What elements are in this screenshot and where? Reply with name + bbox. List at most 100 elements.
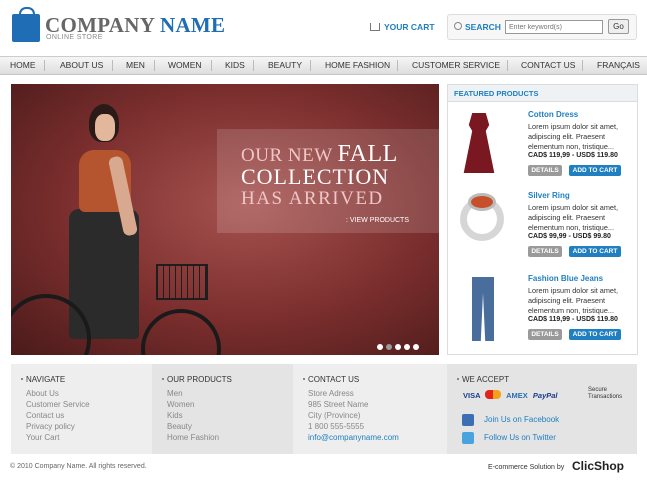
- paypal-logo: PayPal: [532, 391, 558, 400]
- bicycle-basket: [156, 264, 208, 300]
- bullet: [303, 378, 305, 380]
- copyright: © 2010 Company Name. All rights reserved…: [10, 463, 147, 470]
- footer-products: OUR PRODUCTS Men Women Kids Beauty Home …: [152, 364, 293, 454]
- twitter-icon[interactable]: [462, 432, 474, 444]
- details-button[interactable]: DETAILS: [528, 165, 562, 176]
- slider-dots: [377, 337, 422, 355]
- product-name[interactable]: Fashion Blue Jeans: [528, 274, 603, 283]
- ring-stone: [468, 193, 496, 211]
- footer-heading: CONTACT US: [308, 375, 360, 384]
- ecommerce-credit: E-commerce Solution by: [488, 464, 565, 471]
- details-button[interactable]: DETAILS: [528, 329, 562, 340]
- nav-divider: [211, 60, 212, 71]
- footer-navigate: NAVIGATE About Us Customer Service Conta…: [11, 364, 152, 454]
- nav-francais[interactable]: FRANÇAIS: [597, 60, 640, 70]
- footer-contact: CONTACT US Store Adress 985 Street Name …: [293, 364, 447, 454]
- mastercard-logo: [485, 390, 502, 399]
- search-bar: SEARCH Go: [447, 14, 637, 40]
- contact-line: City (Province): [308, 411, 361, 420]
- secure-transactions-label: Secure Transactions: [588, 387, 623, 400]
- nav-home[interactable]: HOME: [10, 60, 36, 70]
- product-desc: Lorem ipsum dolor sit amet, adipiscing e…: [528, 286, 619, 315]
- slider-dot[interactable]: [395, 344, 401, 350]
- search-label: SEARCH: [465, 22, 501, 32]
- footer-link[interactable]: Privacy policy: [26, 422, 75, 431]
- footer-heading: OUR PRODUCTS: [167, 375, 232, 384]
- amex-logo: AMEX: [506, 391, 528, 400]
- slider-dot[interactable]: [404, 344, 410, 350]
- view-products-link[interactable]: : VIEW PRODUCTS: [346, 217, 409, 224]
- blue-jeans-image[interactable]: [472, 277, 494, 341]
- nav-divider: [582, 60, 583, 71]
- cart-icon: [370, 23, 380, 31]
- nav-contact-us[interactable]: CONTACT US: [521, 60, 575, 70]
- footer-link[interactable]: About Us: [26, 389, 59, 398]
- footer: NAVIGATE About Us Customer Service Conta…: [11, 364, 637, 454]
- product-price: CAD$ 119,99 - USD$ 119.80: [528, 316, 618, 323]
- footer-heading: WE ACCEPT: [462, 375, 510, 384]
- promo-line-3: HAS ARRIVED: [241, 188, 384, 209]
- nav-beauty[interactable]: BEAUTY: [268, 60, 302, 70]
- contact-email-link[interactable]: info@companyname.com: [308, 433, 399, 442]
- contact-line: 1 800 555-5555: [308, 422, 365, 431]
- nav-home-fashion[interactable]: HOME FASHION: [325, 60, 390, 70]
- product-price: CAD$ 99,99 - USD$ 99.80: [528, 233, 611, 240]
- footer-link[interactable]: Kids: [167, 411, 183, 420]
- shopping-bag-logo-icon[interactable]: [12, 7, 40, 42]
- main-nav: HOME ABOUT US MEN WOMEN KIDS BEAUTY HOME…: [0, 56, 647, 75]
- nav-divider: [154, 60, 155, 71]
- hero-banner[interactable]: OUR NEW FALL COLLECTION HAS ARRIVED : VI…: [11, 84, 439, 355]
- nav-men[interactable]: MEN: [126, 60, 145, 70]
- product-price: CAD$ 119,99 - USD$ 119.80: [528, 152, 618, 159]
- footer-link[interactable]: Contact us: [26, 411, 64, 420]
- contact-line: Store Adress: [308, 389, 354, 398]
- featured-products-panel: FEATURED PRODUCTS Cotton Dress Lorem ips…: [447, 84, 638, 355]
- search-icon: [454, 22, 462, 30]
- bicycle-wheel: [141, 309, 221, 355]
- payment-cards: VISA AMEX PayPal: [463, 390, 558, 400]
- facebook-link[interactable]: Join Us on Facebook: [484, 415, 559, 424]
- facebook-icon[interactable]: [462, 414, 474, 426]
- footer-link[interactable]: Women: [167, 400, 194, 409]
- cotton-dress-image[interactable]: [463, 113, 495, 173]
- slider-dot[interactable]: [377, 344, 383, 350]
- footer-we-accept: WE ACCEPT VISA AMEX PayPal Secure Transa…: [447, 364, 637, 454]
- nav-divider: [44, 60, 45, 71]
- product-name[interactable]: Silver Ring: [528, 191, 570, 200]
- bullet: [457, 378, 459, 380]
- add-to-cart-button[interactable]: ADD TO CART: [569, 246, 621, 257]
- search-go-button[interactable]: Go: [608, 19, 629, 34]
- search-input[interactable]: [505, 20, 603, 34]
- your-cart-link[interactable]: YOUR CART: [370, 22, 435, 32]
- clicshop-logo[interactable]: ClicShop: [572, 459, 624, 473]
- nav-divider: [112, 60, 113, 71]
- slider-dot[interactable]: [386, 344, 392, 350]
- bullet: [162, 378, 164, 380]
- featured-products-title: FEATURED PRODUCTS: [448, 85, 637, 102]
- footer-link[interactable]: Men: [167, 389, 183, 398]
- nav-divider: [507, 60, 508, 71]
- add-to-cart-button[interactable]: ADD TO CART: [569, 165, 621, 176]
- footer-link[interactable]: Customer Service: [26, 400, 90, 409]
- footer-link[interactable]: Home Fashion: [167, 433, 219, 442]
- add-to-cart-button[interactable]: ADD TO CART: [569, 329, 621, 340]
- footer-link[interactable]: Your Cart: [26, 433, 60, 442]
- bullet: [21, 378, 23, 380]
- details-button[interactable]: DETAILS: [528, 246, 562, 257]
- slider-dot[interactable]: [413, 344, 419, 350]
- nav-customer-service[interactable]: CUSTOMER SERVICE: [412, 60, 500, 70]
- nav-divider: [253, 60, 254, 71]
- product-desc: Lorem ipsum dolor sit amet, adipiscing e…: [528, 122, 619, 151]
- footer-heading: NAVIGATE: [26, 375, 66, 384]
- twitter-link[interactable]: Follow Us on Twitter: [484, 433, 556, 442]
- contact-line: 985 Street Name: [308, 400, 369, 409]
- nav-kids[interactable]: KIDS: [225, 60, 245, 70]
- footer-link[interactable]: Beauty: [167, 422, 192, 431]
- product-name[interactable]: Cotton Dress: [528, 110, 578, 119]
- model-face: [95, 114, 115, 141]
- nav-divider: [310, 60, 311, 71]
- promo-line-2: COLLECTION: [241, 164, 390, 189]
- nav-women[interactable]: WOMEN: [168, 60, 202, 70]
- visa-logo: VISA: [463, 391, 481, 400]
- nav-about-us[interactable]: ABOUT US: [60, 60, 103, 70]
